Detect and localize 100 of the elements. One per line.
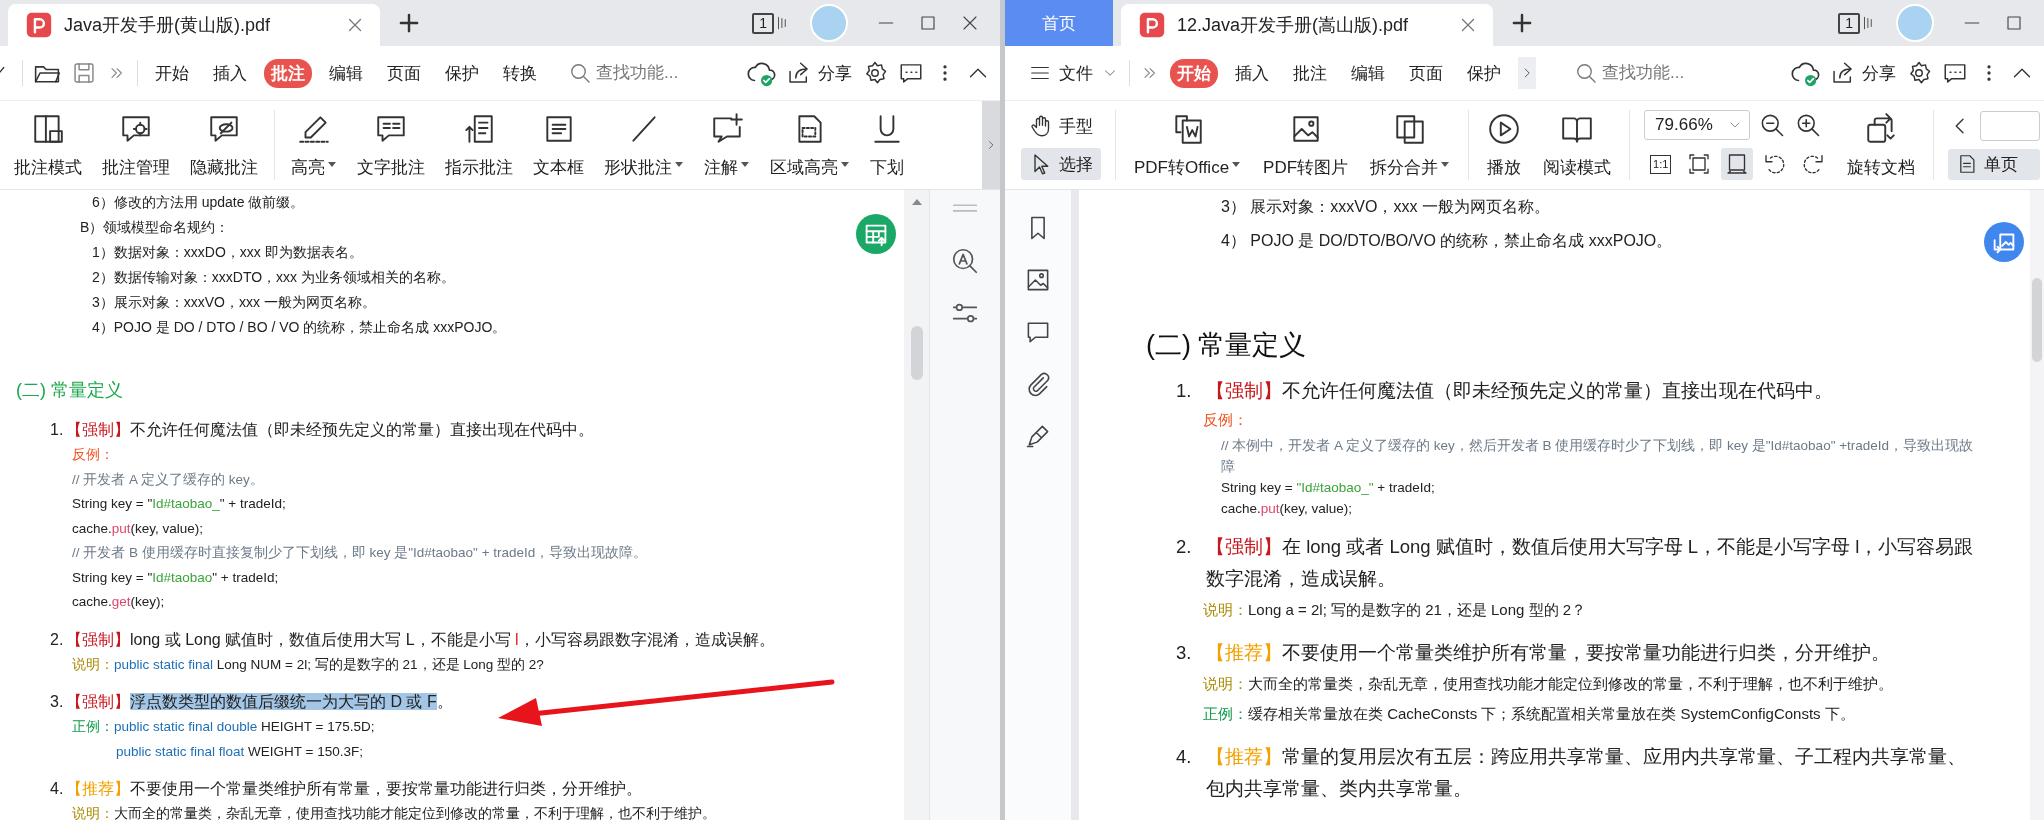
tool-button[interactable]: 区域高亮 xyxy=(766,107,854,183)
comment-plus-icon xyxy=(710,111,744,146)
menu-tab[interactable]: 批注 xyxy=(264,58,312,88)
tool-button[interactable]: 批注管理 xyxy=(98,107,174,183)
file-menu[interactable]: 文件 xyxy=(1029,61,1119,85)
menu-tab[interactable]: 开始 xyxy=(148,58,196,88)
actual-size-button[interactable]: 1:1 xyxy=(1650,154,1672,174)
menu-tab[interactable]: 编辑 xyxy=(1344,58,1392,88)
rule-text: 【推荐】不要使用一个常量类维护所有常量，要按常量功能进行归类，分开维护。 xyxy=(66,779,642,799)
tool-button[interactable]: 播放 xyxy=(1483,107,1526,183)
share-button[interactable]: 分享 xyxy=(786,60,852,86)
detail-text: cache.put(key, value); xyxy=(71,519,204,538)
tool-button[interactable]: PDF转Office xyxy=(1130,107,1246,183)
list-number: 3. xyxy=(50,692,65,712)
tool-button[interactable]: 文本框 xyxy=(529,107,588,183)
tool-button[interactable]: 隐藏批注 xyxy=(186,107,262,183)
list-number: 4. xyxy=(1176,745,1193,769)
document-tab[interactable]: 12.Java开发手册(嵩山版).pdf xyxy=(1121,4,1493,46)
code-line: String key = "Id#taobao_" + tradeId; xyxy=(1220,479,1436,497)
tool-button[interactable]: 拆分合并 xyxy=(1366,107,1455,183)
tool-button[interactable]: 指示批注 xyxy=(441,107,517,183)
menu-tab[interactable]: 保护 xyxy=(1460,58,1508,88)
outline-item: 2）数据传输对象：xxxDTO，xxx 为业务领域相关的名称。 xyxy=(91,268,455,287)
outline-item: 3）展示对象：xxxVO，xxx 一般为网页名称。 xyxy=(91,293,376,312)
menu-tab[interactable]: 插入 xyxy=(206,58,254,88)
tool-button[interactable]: 批注模式 xyxy=(10,107,86,183)
detail-text: String key = "Id#taobao_" + tradeId; xyxy=(71,495,286,513)
menu-tab[interactable]: 批注 xyxy=(1286,58,1334,88)
scrollbar-thumb[interactable] xyxy=(2032,278,2042,362)
tab-count-badge[interactable]: 1 xyxy=(1838,12,1860,34)
outline-item: 6）修改的方法用 update 做前缀。 xyxy=(91,193,305,212)
tool-button[interactable]: 阅读模式 xyxy=(1539,107,1616,183)
fit-page-icon xyxy=(1687,152,1712,176)
menu-tab[interactable]: 开始 xyxy=(1170,58,1218,88)
tool-button[interactable]: 旋转文档 xyxy=(1843,107,1920,183)
tab-count-badge[interactable]: 1 xyxy=(752,12,774,34)
convert-image-button[interactable] xyxy=(1984,222,2024,262)
detail-text: // 开发者 A 定义了缓存的 key。 xyxy=(71,470,264,489)
detail-text: 说明：大而全的常量类，杂乱无章，使用查找功能才能定位到修改的常量，不利于理解，也不利于维护。 xyxy=(1202,674,1893,694)
mode-button[interactable]: 手型 xyxy=(1021,110,1101,142)
detail-text: public static final float WEIGHT = 150.3F; xyxy=(115,742,363,761)
outline-item: 4） POJO 是 DO/DTO/BO/VO 的统称，禁止命名成 xxxPOJO。 xyxy=(1220,231,1673,251)
detail-text: 反例： xyxy=(1202,410,1248,430)
zoom-select[interactable]: 79.66% xyxy=(1644,110,1751,140)
menu-tab[interactable]: 页面 xyxy=(380,58,428,88)
search-field[interactable]: 查找功能... xyxy=(594,62,708,84)
outline-item: 1）数据对象：xxxDO，xxx 即为数据表名。 xyxy=(91,243,363,262)
fit-width-icon xyxy=(1725,152,1750,176)
detail-text: 说明：Long a = 2l; 写的是数字的 21，还是 Long 型的 2？ xyxy=(1202,600,1587,620)
list-number: 2. xyxy=(50,629,65,650)
single-page-button[interactable]: 单页 xyxy=(1948,148,2041,180)
tool-button[interactable]: 形状批注 xyxy=(600,107,688,183)
tool-button[interactable]: PDF转图片 xyxy=(1259,107,1353,183)
section-heading: (二) 常量定义 xyxy=(15,379,123,402)
list-number: 4. xyxy=(50,779,65,799)
document-tab[interactable]: Java开发手册(黄山版).pdf xyxy=(8,4,380,46)
share-button[interactable]: 分享 xyxy=(1830,60,1896,86)
play-icon xyxy=(1487,111,1522,146)
rule-text: 【强制】不允许任何魔法值（即未经预先定义的常量）直接出现在代码中。 xyxy=(66,420,594,440)
pdf-file-icon xyxy=(1139,12,1165,38)
rule-text: 【强制】不允许任何魔法值（即未经预先定义的常量）直接出现在代码中。 xyxy=(1206,379,1833,403)
menu-tab[interactable]: 保护 xyxy=(438,58,486,88)
detail-text: 说明：public static final Long NUM = 2l; 写的是数字的 21，还是 Long 型的 2? xyxy=(71,655,544,674)
fit-width-button[interactable] xyxy=(1721,148,1754,180)
outline-heading: B）领域模型命名规约： xyxy=(79,218,230,237)
tool-button[interactable]: 文字批注 xyxy=(353,107,429,183)
save-icon[interactable] xyxy=(71,60,97,86)
detail-text: 说明：大而全的常量类，杂乱无章，使用查找功能才能定位到修改的常量，不利于理解，也不利于维护。 xyxy=(71,805,716,820)
detail-text: // 开发者 B 使用缓存时直接复制少了下划线，即 key 是"Id#taobao" + tradeId，导致出现故障。 xyxy=(71,544,648,562)
detail-text: 反例： xyxy=(71,446,114,464)
menu-tab[interactable]: 插入 xyxy=(1228,58,1276,88)
outline-item: 3） 展示对象：xxxVO，xxx 一般为网页名称。 xyxy=(1220,197,1550,217)
search-icon xyxy=(568,61,592,85)
list-number: 1. xyxy=(1176,379,1193,403)
section-heading: (二) 常量定义 xyxy=(1145,329,1307,362)
pdf-file-icon xyxy=(26,12,52,38)
outline-item: 4）POJO 是 DO / DTO / BO / VO 的统称，禁止命名成 xxxPOJO。 xyxy=(91,318,507,337)
rule-text: 【强制】在 long 或者 Long 赋值时，数值后使用大写字母 L，不能是小写字母 l，小写容易跟数字混淆，造成误解。 xyxy=(1206,535,1975,591)
code-line: // 本例中，开发者 A 定义了缓存的 key，然后开发者 B 使用缓存时少了下划线，即 key 是"Id#taobao" +tradeId，导致出现故障 xyxy=(1220,437,1975,476)
rule-text: 【推荐】不要使用一个常量类维护所有常量，要按常量功能进行归类，分开维护。 xyxy=(1206,641,1890,665)
search-field[interactable]: 查找功能... xyxy=(1600,62,1714,84)
list-number: 3. xyxy=(1176,641,1193,665)
list-number: 1. xyxy=(50,420,65,440)
table-export-button[interactable] xyxy=(856,214,896,254)
detail-text: String key = "Id#taobao" + tradeId; xyxy=(71,568,279,587)
tool-button[interactable]: 下划 xyxy=(866,107,908,183)
search-text-icon[interactable] xyxy=(950,246,980,276)
mode-button[interactable]: 选择 xyxy=(1021,148,1101,180)
list-number: 2. xyxy=(1176,535,1193,559)
menu-tab[interactable]: 编辑 xyxy=(322,58,370,88)
code-line: cache.put(key, value); xyxy=(1220,500,1354,518)
detail-text: cache.get(key); xyxy=(71,593,165,611)
scrollbar-thumb[interactable] xyxy=(910,326,923,380)
tool-button[interactable]: 高亮 xyxy=(287,107,341,183)
rule-text: 【推荐】常量的复用层次有五层：跨应用共享常量、应用内共享常量、子工程内共享常量、包内共享常量、类内共享常量。 xyxy=(1206,745,1967,801)
detail-text: 正例：缓存相关常量放在类 CacheConsts 下；系统配置相关常量放在类 SystemConfigConsts 下。 xyxy=(1202,704,1855,724)
menu-tab[interactable]: 转换 xyxy=(496,58,544,88)
tool-button[interactable]: 注解 xyxy=(700,107,754,183)
menu-tab[interactable]: 页面 xyxy=(1402,58,1450,88)
page-number-field[interactable] xyxy=(1980,110,2041,141)
